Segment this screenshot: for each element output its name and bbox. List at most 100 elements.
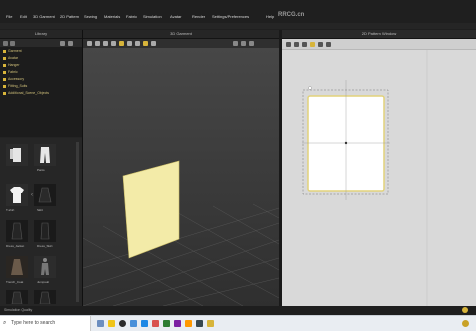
viewport-2d-title: 2D Pattern Window [282,30,476,39]
menu-sewing[interactable]: Sewing [84,14,97,19]
folder-icon [3,77,6,81]
chevron-left-icon[interactable]: ‹ [31,192,33,198]
thumbnail-dress-jacket[interactable] [6,220,28,242]
pivot-point[interactable] [344,141,348,145]
tack-icon[interactable] [135,41,140,46]
menu-avatar[interactable]: Avatar [170,14,182,19]
transform-pattern-icon[interactable] [286,41,291,47]
list-view-icon[interactable] [60,40,65,46]
file-explorer-icon[interactable] [108,320,115,327]
status-bar: Simulation Quality [0,306,476,315]
edit-point-icon[interactable] [294,41,299,47]
viewport-3d[interactable]: 3D Garment [83,30,279,306]
app-icon-red[interactable] [152,320,159,327]
menu-settings[interactable]: Settings/Preferences [212,14,249,19]
library-tree: Garment Avatar Hanger Fabric Accessory F… [0,47,82,137]
thumbnail-pants[interactable] [34,144,56,166]
thumbnail-skirt[interactable] [34,184,56,206]
sewing-icon[interactable] [318,41,323,47]
light-icon[interactable] [249,41,254,46]
folder-icon [3,49,6,53]
tray-icon[interactable] [462,320,469,327]
skirt-icon [38,187,52,203]
tshirt-icon [10,187,24,203]
thumbnail-trench-coat[interactable] [6,256,28,278]
menu-2d-pattern[interactable]: 2D Pattern [60,14,79,19]
menu-help[interactable]: Help [266,14,274,19]
simulate-icon[interactable] [119,41,124,46]
edge-icon[interactable] [130,320,137,327]
dress-icon [11,222,23,240]
thumbnail-dress[interactable] [34,290,56,305]
tree-item-avatar[interactable]: Avatar [3,56,18,60]
rectangle-icon[interactable] [302,41,307,47]
menu-simulation[interactable]: Simulation [143,14,162,19]
pin-icon[interactable] [127,41,132,46]
tree-item-accessory[interactable]: Accessory [3,77,24,81]
rotate-icon[interactable] [103,41,108,46]
viewport-3d-title: 3D Garment [83,30,279,39]
chrome-icon[interactable] [141,320,148,327]
back-icon[interactable] [3,40,8,46]
pointer-icon [308,86,312,90]
tree-item-garment[interactable]: Garment [3,49,22,53]
watermark-text: RRCG.cn [278,12,305,18]
library-scrollbar[interactable] [76,142,79,302]
jacket-icon [10,148,21,162]
skirt-icon [11,291,23,305]
library-title: Library [0,30,82,39]
clo-app-icon[interactable] [207,320,214,327]
dress-icon [40,222,50,240]
taskbar-search[interactable]: ⌕ Type here to search [0,316,91,331]
forward-icon[interactable] [10,40,15,46]
menu-render[interactable]: Render [192,14,205,19]
tree-item-hanger[interactable]: Hanger [3,63,19,67]
camera-icon[interactable] [151,41,156,46]
app-icon-orange[interactable] [185,320,192,327]
view-icon[interactable] [233,41,238,46]
grid-view-icon[interactable] [68,40,73,46]
thumbnail-folder[interactable] [6,144,28,166]
status-text: Simulation Quality [4,308,33,312]
polygon-icon[interactable] [310,41,315,47]
menu-fabric[interactable]: Fabric [126,14,137,19]
app-icon-purple[interactable] [174,320,181,327]
scale-icon[interactable] [111,41,116,46]
thumbnail-skirt-jacket[interactable] [6,290,28,305]
viewport-2d-toolbar [282,39,476,50]
app-icon-dark[interactable] [196,320,203,327]
library-thumbnail-grid: Pants T-shirt Skirt ‹ Dress_Jacket Dress… [0,138,82,306]
viewport-2d-canvas [282,50,476,306]
menu-materials[interactable]: Materials [104,14,120,19]
folder-icon [3,63,6,67]
search-icon: ⌕ [3,320,7,326]
select-icon[interactable] [87,41,92,46]
move-icon[interactable] [95,41,100,46]
folder-icon [3,70,6,74]
pants-icon [40,147,50,163]
menu-file[interactable]: File [6,14,12,19]
avatar-icon[interactable] [143,41,148,46]
app-icon-green[interactable] [163,320,170,327]
folder-icon [3,84,6,88]
library-toolbar [0,39,82,47]
display-icon[interactable] [241,41,246,46]
coat-icon [11,259,23,275]
thumbnail-tshirt[interactable] [6,184,28,206]
status-indicator-icon [462,307,468,313]
task-view-icon[interactable] [119,320,126,327]
tree-item-fabric[interactable]: Fabric [3,70,18,74]
library-panel: Library Garment Avatar Hanger Fabric Acc… [0,30,83,306]
internal-line-icon[interactable] [326,41,331,47]
menu-3d-garment[interactable]: 3D Garment [33,14,55,19]
os-taskbar: ⌕ Type here to search [0,315,476,331]
thumbnail-dress-skirt[interactable] [34,220,56,242]
menu-bar: File Edit 3D Garment 2D Pattern Sewing M… [0,0,476,31]
app-icon-1[interactable] [97,320,104,327]
menu-edit[interactable]: Edit [20,14,27,19]
tree-item-scene-objects[interactable]: Additional_Scene_Objects [3,91,49,95]
thumbnail-jumpsuit[interactable] [34,256,56,278]
search-placeholder: Type here to search [11,320,56,326]
tree-item-fitting-suits[interactable]: Fitting_Suits [3,84,27,88]
viewport-2d[interactable]: 2D Pattern Window [282,30,476,306]
